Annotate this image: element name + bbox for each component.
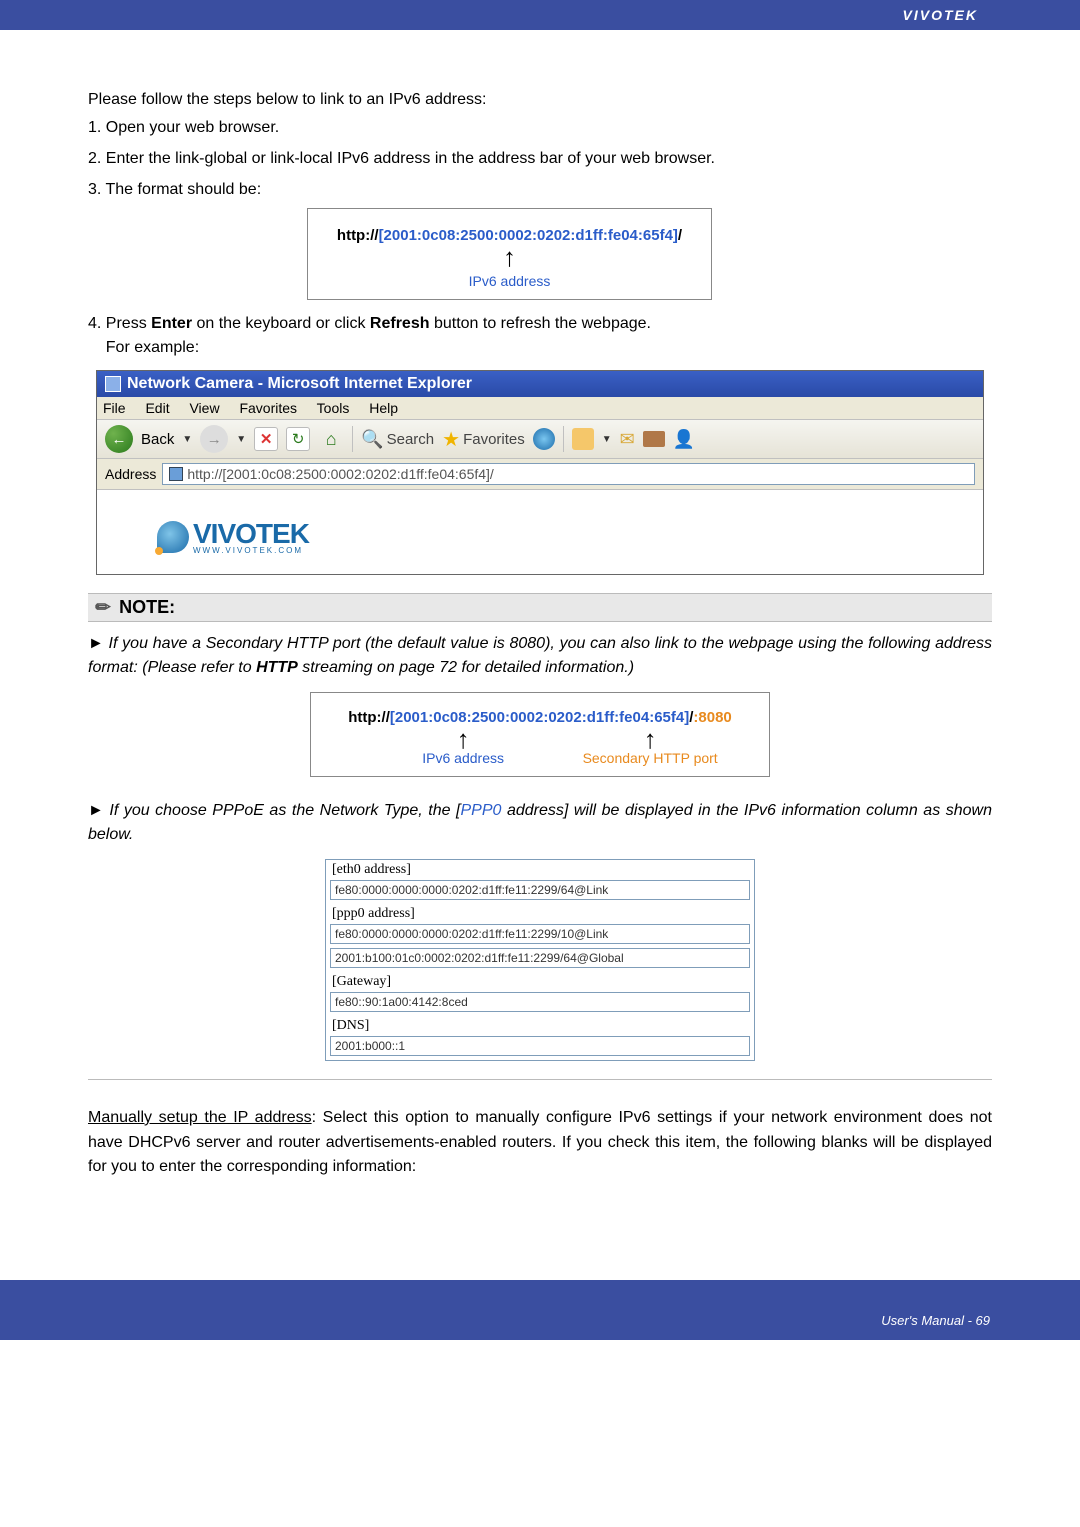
edit-button-icon[interactable]: [643, 431, 665, 447]
menu-favorites[interactable]: Favorites: [239, 400, 297, 416]
url-ipv6: [2001:0c08:2500:0002:0202:d1ff:fe04:65f4…: [379, 227, 678, 244]
url2-caption-port: Secondary HTTP port: [583, 750, 718, 766]
toolbar-separator: [352, 426, 353, 452]
url2-prefix: http://: [348, 709, 390, 726]
ie-menubar: File Edit View Favorites Tools Help: [97, 397, 983, 420]
dns-field: 2001:b000::1: [330, 1036, 750, 1056]
step-1: 1. Open your web browser.: [88, 116, 992, 141]
step4-example: For example:: [106, 339, 199, 356]
url2-caption-ipv6: IPv6 address: [422, 750, 504, 766]
url-caption-ipv6: IPv6 address: [320, 273, 699, 289]
step4-part-c: button to refresh the webpage.: [430, 315, 651, 332]
toolbar-separator-2: [563, 426, 564, 452]
page-icon: [169, 467, 183, 481]
eth0-label: [eth0 address]: [326, 860, 754, 880]
back-label[interactable]: Back: [141, 431, 174, 448]
manual-underline: Manually setup the IP address: [88, 1109, 312, 1126]
step4-refresh: Refresh: [370, 315, 430, 332]
up-arrow-icon: ↑: [503, 242, 516, 272]
step-2: 2. Enter the link-global or link-local I…: [88, 147, 992, 172]
logo-arc-icon: [157, 521, 189, 553]
fwd-dropdown-icon[interactable]: ▼: [236, 434, 246, 445]
refresh-button-icon[interactable]: ↻: [286, 427, 310, 451]
footer-text: User's Manual - 69: [881, 1313, 990, 1328]
ie-title-text: Network Camera - Microsoft Internet Expl…: [127, 375, 472, 393]
url-line-2: http://[2001:0c08:2500:0002:0202:d1ff:fe…: [323, 709, 757, 726]
manual-setup-text: Manually setup the IP address: Select th…: [88, 1106, 992, 1180]
menu-file[interactable]: File: [103, 400, 126, 416]
step4-part-a: 4. Press: [88, 315, 151, 332]
menu-tools[interactable]: Tools: [317, 400, 350, 416]
address-value: http://[2001:0c08:2500:0002:0202:d1ff:fe…: [187, 466, 493, 482]
note2-a: ► If you choose PPPoE as the Network Typ…: [88, 802, 461, 819]
page-content: Please follow the steps below to link to…: [0, 30, 1080, 1240]
note1-b: streaming on page 72 for detailed inform…: [298, 659, 634, 676]
header-brand-bar: VIVOTEK: [0, 0, 1080, 30]
brand-text: VIVOTEK: [891, 1, 990, 29]
home-button-icon[interactable]: ⌂: [318, 426, 344, 452]
note-1: ► If you have a Secondary HTTP port (the…: [88, 632, 992, 680]
menu-view[interactable]: View: [189, 400, 219, 416]
ie-address-bar: Address http://[2001:0c08:2500:0002:0202…: [97, 459, 983, 490]
media-button-icon[interactable]: [533, 428, 555, 450]
note-2: ► If you choose PPPoE as the Network Typ…: [88, 799, 992, 847]
history-button-icon[interactable]: [572, 428, 594, 450]
menu-edit[interactable]: Edit: [145, 400, 169, 416]
favorites-label: Favorites: [463, 431, 525, 448]
note2-ppp0: PPP0: [461, 802, 502, 819]
address-label: Address: [105, 466, 156, 482]
search-button[interactable]: 🔍Search: [361, 429, 434, 450]
intro-text: Please follow the steps below to link to…: [88, 88, 992, 112]
menu-help[interactable]: Help: [369, 400, 398, 416]
address-input[interactable]: http://[2001:0c08:2500:0002:0202:d1ff:fe…: [162, 463, 975, 485]
messenger-button-icon[interactable]: 👤: [673, 429, 695, 450]
step-4: 4. Press Enter on the keyboard or click …: [88, 312, 992, 360]
hist-dropdown-icon[interactable]: ▼: [602, 434, 612, 445]
note-label: NOTE:: [119, 597, 175, 618]
ie-window-screenshot: Network Camera - Microsoft Internet Expl…: [96, 370, 984, 575]
ppp0-label: [ppp0 address]: [326, 904, 754, 924]
star-icon: ★: [442, 427, 460, 452]
dns-label: [DNS]: [326, 1016, 754, 1036]
mail-button-icon[interactable]: ✉: [620, 429, 635, 450]
gateway-field: fe80::90:1a00:4142:8ced: [330, 992, 750, 1012]
ie-app-icon: [105, 376, 121, 392]
favorites-button[interactable]: ★Favorites: [442, 427, 525, 452]
search-icon: 🔍: [361, 429, 383, 450]
step4-enter: Enter: [151, 315, 192, 332]
ie-titlebar: Network Camera - Microsoft Internet Expl…: [97, 371, 983, 397]
url-prefix: http://: [337, 227, 379, 244]
url2-port: :8080: [693, 709, 731, 726]
divider: [88, 1079, 992, 1080]
ppp0-field-1: fe80:0000:0000:0000:0202:d1ff:fe11:2299/…: [330, 924, 750, 944]
back-dropdown-icon[interactable]: ▼: [182, 434, 192, 445]
eth0-field: fe80:0000:0000:0000:0202:d1ff:fe11:2299/…: [330, 880, 750, 900]
ie-toolbar: ← Back ▼ → ▼ ✕ ↻ ⌂ 🔍Search ★Favorites ▼ …: [97, 420, 983, 459]
gateway-label: [Gateway]: [326, 972, 754, 992]
logo-subtext: WWW.VIVOTEK.COM: [193, 546, 309, 555]
forward-button-icon[interactable]: →: [200, 425, 228, 453]
url-format-box-2: http://[2001:0c08:2500:0002:0202:d1ff:fe…: [310, 692, 770, 777]
url-format-box-1: http://[2001:0c08:2500:0002:0202:d1ff:fe…: [307, 208, 712, 300]
stop-button-icon[interactable]: ✕: [254, 427, 278, 451]
page-footer: User's Manual - 69: [0, 1280, 1080, 1340]
pencil-icon: ✎: [91, 595, 117, 621]
ipv6-info-box: [eth0 address] fe80:0000:0000:0000:0202:…: [325, 859, 755, 1061]
ie-content-area: VIVOTEK WWW.VIVOTEK.COM: [97, 490, 983, 574]
up-arrow-icon-3: ↑: [644, 730, 657, 748]
ppp0-field-2: 2001:b100:01c0:0002:0202:d1ff:fe11:2299/…: [330, 948, 750, 968]
vivotek-logo: VIVOTEK WWW.VIVOTEK.COM: [157, 518, 309, 555]
up-arrow-icon-2: ↑: [457, 730, 470, 748]
search-label: Search: [387, 431, 435, 448]
back-button-icon[interactable]: ←: [105, 425, 133, 453]
step4-part-b: on the keyboard or click: [192, 315, 370, 332]
url-suffix: /: [678, 227, 682, 244]
note-heading: ✎ NOTE:: [88, 593, 992, 622]
note1-http: HTTP: [256, 659, 298, 676]
step-3: 3. The format should be:: [88, 178, 992, 203]
